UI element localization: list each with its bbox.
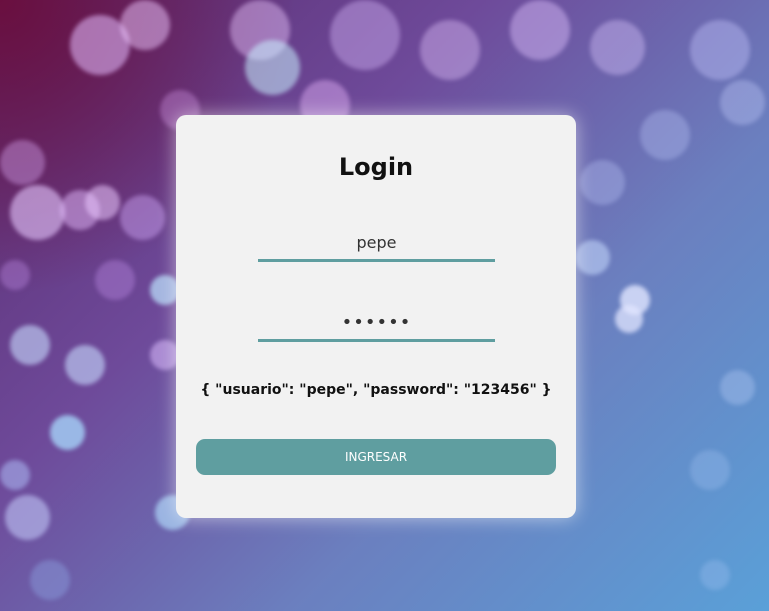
- credentials-hint: { "usuario": "pepe", "password": "123456…: [200, 382, 552, 398]
- username-input[interactable]: [258, 225, 495, 262]
- password-input[interactable]: [258, 305, 495, 342]
- login-title: Login: [338, 153, 414, 181]
- login-submit-button[interactable]: INGRESAR: [196, 439, 556, 475]
- login-card: Login { "usuario": "pepe", "password": "…: [176, 115, 576, 518]
